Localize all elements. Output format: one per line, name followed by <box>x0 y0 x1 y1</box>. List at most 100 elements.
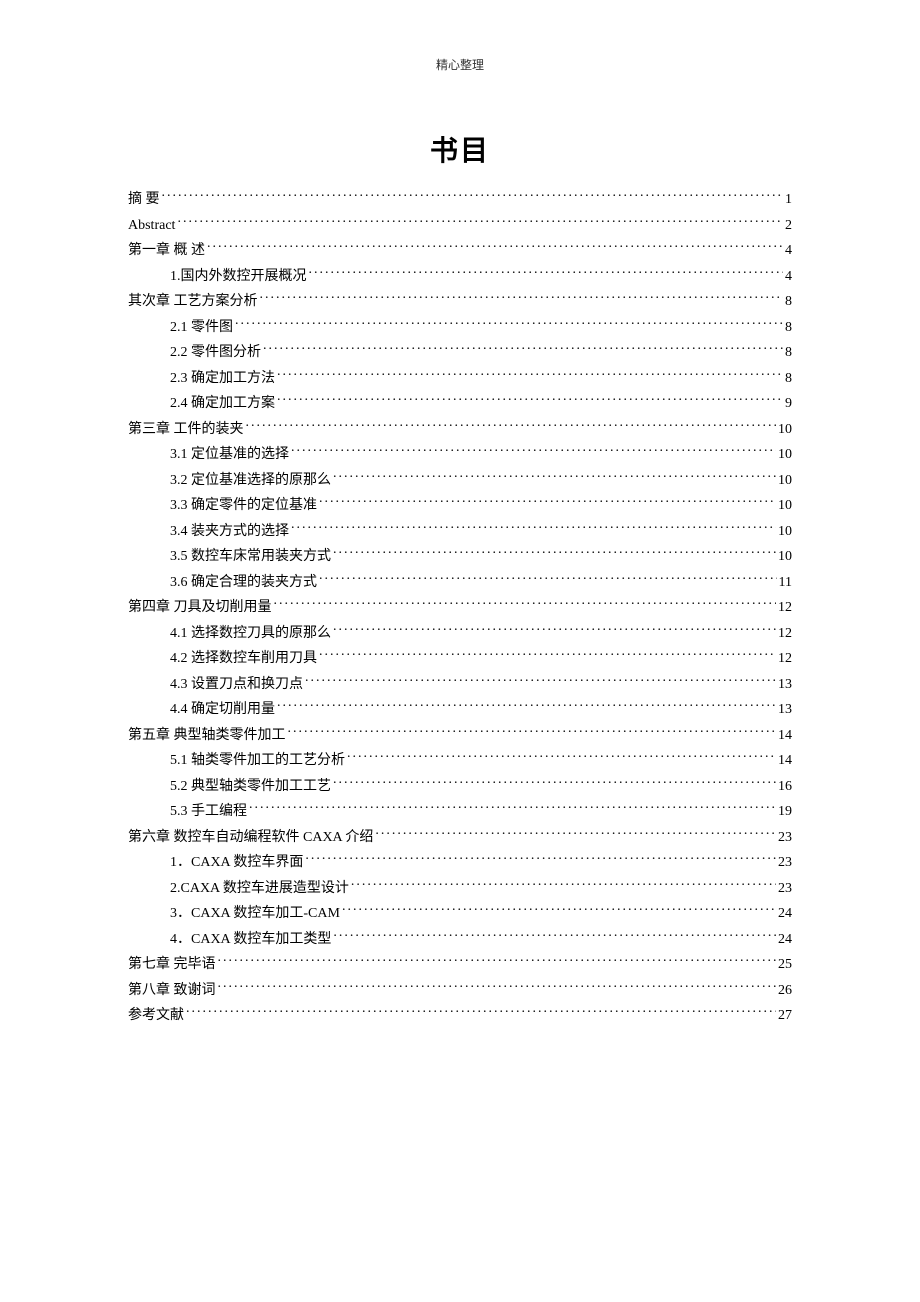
toc-entry: 摘 要1 <box>128 189 792 210</box>
toc-entry-page: 14 <box>778 750 792 771</box>
toc-entry-label: 1．CAXA 数控车界面 <box>170 852 303 873</box>
toc-entry-page: 13 <box>778 699 792 720</box>
toc-leader-dots <box>305 674 776 688</box>
toc-entry-label: 第七章 完毕语 <box>128 954 216 975</box>
toc-leader-dots <box>249 801 776 815</box>
toc-leader-dots <box>235 317 783 331</box>
toc-entry-label: 4.4 确定切削用量 <box>170 699 275 720</box>
toc-leader-dots <box>333 546 776 560</box>
toc-entry-label: 3.1 定位基准的选择 <box>170 444 289 465</box>
toc-entry-label: 1.国内外数控开展概况 <box>170 266 307 287</box>
toc-entry: 3.5 数控车床常用装夹方式10 <box>128 546 792 567</box>
toc-leader-dots <box>333 623 776 637</box>
toc-leader-dots <box>333 929 776 943</box>
toc-entry: 4．CAXA 数控车加工类型24 <box>128 929 792 950</box>
toc-entry: 第八章 致谢词 26 <box>128 980 792 1001</box>
toc-entry-label: 5.1 轴类零件加工的工艺分析 <box>170 750 345 771</box>
toc-leader-dots <box>218 954 777 968</box>
toc-entry: 1．CAXA 数控车界面 23 <box>128 852 792 873</box>
toc-entry: 2.1 零件图8 <box>128 317 792 338</box>
toc-leader-dots <box>305 852 776 866</box>
toc-entry-page: 23 <box>778 878 792 899</box>
toc-leader-dots <box>342 903 776 917</box>
toc-entry-label: 摘 要 <box>128 189 160 210</box>
toc-entry-label: 其次章 工艺方案分析 <box>128 291 258 312</box>
toc-entry: 第三章 工件的装夹 10 <box>128 419 792 440</box>
toc-leader-dots <box>277 393 783 407</box>
toc-leader-dots <box>333 776 776 790</box>
toc-leader-dots <box>277 699 776 713</box>
toc-leader-dots <box>207 240 783 254</box>
toc-entry-page: 4 <box>785 240 792 261</box>
toc-entry-page: 27 <box>778 1005 792 1026</box>
toc-entry-label: 第三章 工件的装夹 <box>128 419 244 440</box>
toc-entry: 3.2 定位基准选择的原那么 10 <box>128 470 792 491</box>
toc-entry: 第一章 概 述 4 <box>128 240 792 261</box>
toc-leader-dots <box>319 495 776 509</box>
toc-entry-page: 10 <box>778 419 792 440</box>
toc-entry-page: 8 <box>785 342 792 363</box>
toc-entry-page: 24 <box>778 929 792 950</box>
toc-entry-label: 5.2 典型轴类零件加工工艺 <box>170 776 331 797</box>
toc-entry-label: 3.5 数控车床常用装夹方式 <box>170 546 331 567</box>
toc-entry: 3.6 确定合理的装夹方式11 <box>128 572 792 593</box>
toc-leader-dots <box>309 266 784 280</box>
toc-entry-page: 25 <box>778 954 792 975</box>
toc-entry: 2.2 零件图分析 8 <box>128 342 792 363</box>
toc-entry-label: 3.2 定位基准选择的原那么 <box>170 470 331 491</box>
toc-entry-label: 4.3 设置刀点和换刀点 <box>170 674 303 695</box>
toc-entry-page: 11 <box>779 572 792 593</box>
toc-entry-label: Abstract <box>128 215 175 236</box>
toc-entry: 4.1 选择数控刀具的原那么12 <box>128 623 792 644</box>
toc-entry: 1.国内外数控开展概况 4 <box>128 266 792 287</box>
toc-entry: 其次章 工艺方案分析 8 <box>128 291 792 312</box>
toc-entry: 第七章 完毕语 25 <box>128 954 792 975</box>
toc-leader-dots <box>277 368 783 382</box>
toc-entry: 2.CAXA 数控车进展造型设计 23 <box>128 878 792 899</box>
toc-entry-page: 8 <box>785 317 792 338</box>
toc-entry-page: 19 <box>778 801 792 822</box>
toc-entry: 第四章 刀具及切削用量12 <box>128 597 792 618</box>
toc-entry-label: 4.2 选择数控车削用刀具 <box>170 648 317 669</box>
toc-entry-label: 2.CAXA 数控车进展造型设计 <box>170 878 349 899</box>
toc-entry: 4.2 选择数控车削用刀具 12 <box>128 648 792 669</box>
toc-leader-dots <box>260 291 784 305</box>
toc-entry-page: 14 <box>778 725 792 746</box>
toc-entry-label: 2.4 确定加工方案 <box>170 393 275 414</box>
toc-entry-page: 10 <box>778 521 792 542</box>
toc-entry-page: 26 <box>778 980 792 1001</box>
toc-entry-page: 10 <box>778 495 792 516</box>
toc-leader-dots <box>319 648 776 662</box>
toc-leader-dots <box>351 878 776 892</box>
toc-entry-label: 2.2 零件图分析 <box>170 342 261 363</box>
toc-leader-dots <box>375 827 776 841</box>
toc-entry: Abstract2 <box>128 215 792 236</box>
toc-entry-label: 2.3 确定加工方法 <box>170 368 275 389</box>
page: 精心整理 书目 摘 要1Abstract2第一章 概 述41.国内外数控开展概况… <box>0 0 920 1026</box>
toc-entry: 4.4 确定切削用量 13 <box>128 699 792 720</box>
toc-entry-label: 3.4 装夹方式的选择 <box>170 521 289 542</box>
toc-entry: 4.3 设置刀点和换刀点13 <box>128 674 792 695</box>
toc-leader-dots <box>288 725 777 739</box>
toc-entry-page: 23 <box>778 852 792 873</box>
toc-entry: 5.3 手工编程 19 <box>128 801 792 822</box>
toc-entry: 2.3 确定加工方法8 <box>128 368 792 389</box>
toc-entry-page: 8 <box>785 291 792 312</box>
toc-entry: 2.4 确定加工方案9 <box>128 393 792 414</box>
toc-entry-page: 12 <box>778 597 792 618</box>
toc-title: 书目 <box>128 129 792 169</box>
toc-entry-label: 第一章 概 述 <box>128 240 205 261</box>
toc-entry-label: 3.3 确定零件的定位基准 <box>170 495 317 516</box>
toc-entry-label: 第六章 数控车自动编程软件 CAXA 介绍 <box>128 827 373 848</box>
toc-entry-page: 16 <box>778 776 792 797</box>
page-header: 精心整理 <box>128 56 792 73</box>
toc-entry-page: 12 <box>778 648 792 669</box>
toc-leader-dots <box>274 597 777 611</box>
toc-entry-label: 第八章 致谢词 <box>128 980 216 1001</box>
toc-entry-label: 5.3 手工编程 <box>170 801 247 822</box>
toc-entry-page: 10 <box>778 470 792 491</box>
toc-entry-page: 24 <box>778 903 792 924</box>
toc-entry-page: 4 <box>785 266 792 287</box>
toc-entry-label: 参考文献 <box>128 1005 184 1026</box>
toc-entry: 5.2 典型轴类零件加工工艺 16 <box>128 776 792 797</box>
